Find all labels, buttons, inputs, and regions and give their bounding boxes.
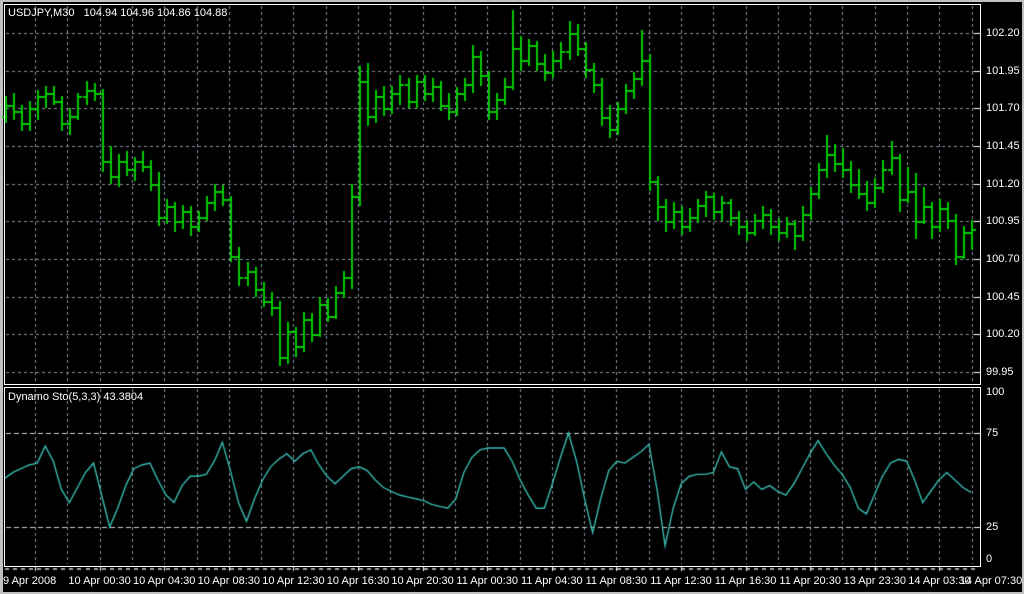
indicator-pane[interactable] [4,387,981,567]
price-pane[interactable] [4,4,981,385]
indicator-label: Dynamo Sto(5,3,3) 43.3804 [8,391,143,403]
chart-window: USDJPY,M30 104.94 104.96 104.86 104.88 D… [0,0,1024,594]
chart-title: USDJPY,M30 104.94 104.96 104.86 104.88 [8,7,227,19]
